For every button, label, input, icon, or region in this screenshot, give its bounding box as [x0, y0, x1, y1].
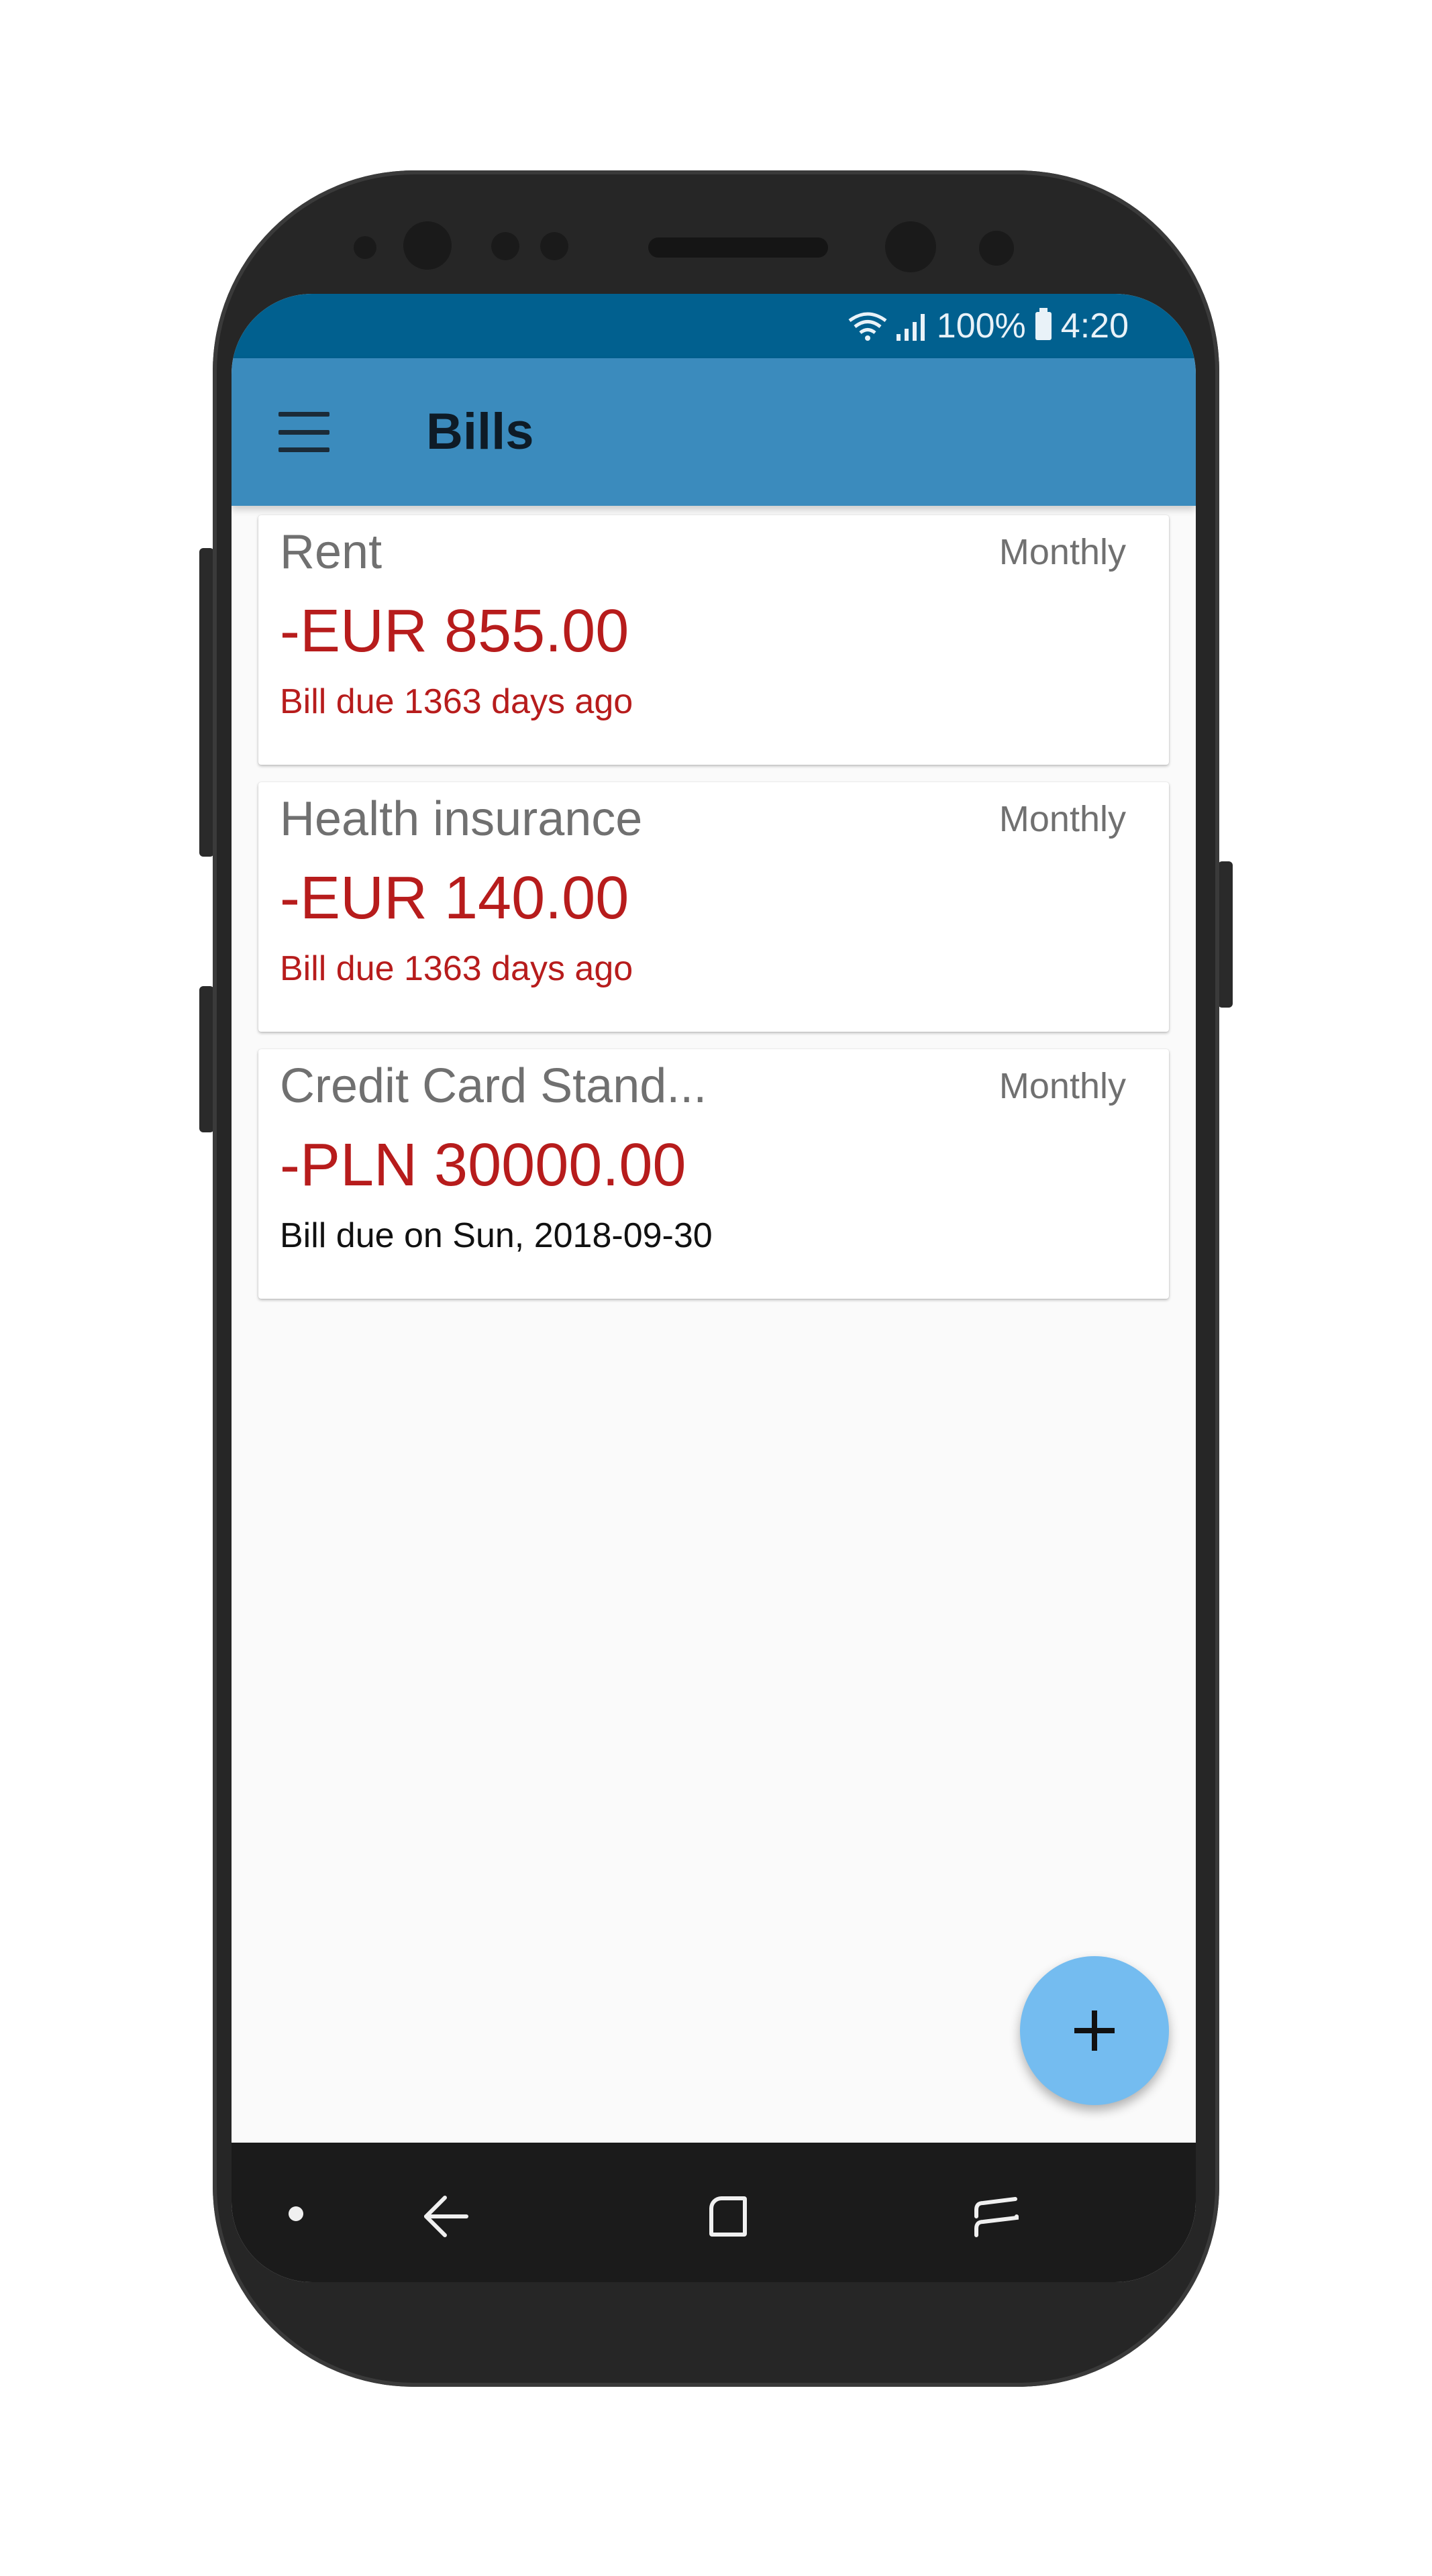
- bill-due-status: Bill due on Sun, 2018-09-30: [280, 1216, 713, 1255]
- back-arrow-icon[interactable]: [413, 2183, 480, 2250]
- app-bar: Bills: [232, 358, 1196, 506]
- screen: 100% 4:20 Bills Rent Monthly -EUR 855.00…: [232, 294, 1196, 2282]
- battery-icon: [1035, 308, 1052, 340]
- bill-amount: -EUR 855.00: [280, 598, 629, 665]
- power-button: [1218, 861, 1233, 1008]
- bill-amount: -EUR 140.00: [280, 865, 629, 932]
- signal-icon: [896, 314, 925, 341]
- bill-frequency: Monthly: [999, 1066, 1126, 1106]
- bill-due-status: Bill due 1363 days ago: [280, 682, 633, 721]
- bill-name: Health insurance: [280, 792, 643, 846]
- sensor-dot: [540, 232, 568, 260]
- bill-frequency: Monthly: [999, 532, 1126, 572]
- bills-list: Rent Monthly -EUR 855.00 Bill due 1363 d…: [258, 515, 1169, 1316]
- volume-button: [199, 548, 214, 857]
- status-indicators: 100% 4:20: [847, 305, 1129, 347]
- status-bar: 100% 4:20: [232, 294, 1196, 358]
- plus-icon: [1074, 2010, 1115, 2051]
- sensor-dot: [491, 232, 519, 260]
- bill-name: Rent: [280, 525, 382, 579]
- bill-card[interactable]: Health insurance Monthly -EUR 140.00 Bil…: [258, 782, 1169, 1032]
- sensor-dot: [354, 236, 376, 259]
- wifi-icon: [848, 312, 887, 341]
- bill-card[interactable]: Credit Card Stand... Monthly -PLN 30000.…: [258, 1049, 1169, 1299]
- camera-lens: [403, 221, 452, 270]
- earpiece-speaker: [648, 237, 828, 258]
- bill-due-status: Bill due 1363 days ago: [280, 949, 633, 988]
- sensor-dot: [979, 231, 1014, 266]
- bixby-button: [199, 986, 214, 1132]
- home-square-icon[interactable]: [695, 2183, 762, 2250]
- keyboard-dot-icon[interactable]: [289, 2206, 303, 2221]
- front-camera: [885, 221, 936, 272]
- recent-apps-icon[interactable]: [963, 2183, 1030, 2250]
- add-bill-button[interactable]: [1020, 1956, 1169, 2105]
- navigation-bar: [232, 2143, 1196, 2282]
- bill-name: Credit Card Stand...: [280, 1059, 707, 1113]
- hamburger-menu-icon[interactable]: [278, 412, 329, 452]
- bill-amount: -PLN 30000.00: [280, 1132, 686, 1199]
- device-mockup: 100% 4:20 Bills Rent Monthly -EUR 855.00…: [0, 0, 1432, 2576]
- bill-card[interactable]: Rent Monthly -EUR 855.00 Bill due 1363 d…: [258, 515, 1169, 765]
- battery-percent: 100%: [936, 307, 1026, 345]
- clock: 4:20: [1060, 307, 1129, 345]
- bill-frequency: Monthly: [999, 799, 1126, 839]
- page-title: Bills: [426, 403, 534, 460]
